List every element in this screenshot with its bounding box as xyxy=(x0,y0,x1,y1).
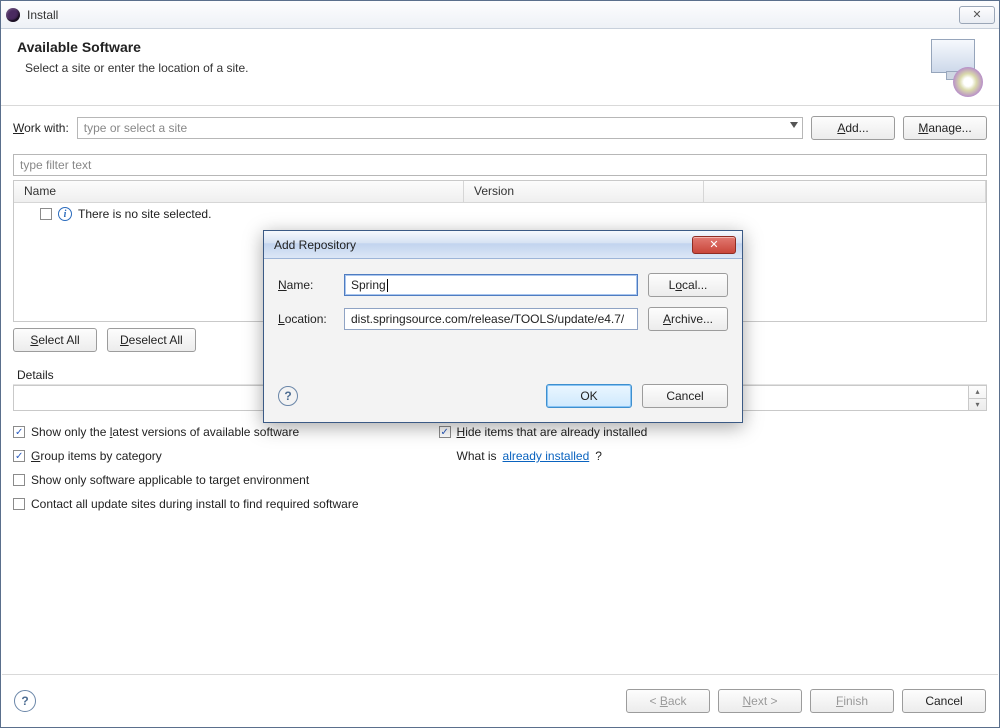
column-spacer xyxy=(704,181,986,202)
already-installed-hint: What is already installed ? xyxy=(439,449,648,463)
help-icon[interactable]: ? xyxy=(14,690,36,712)
info-icon: i xyxy=(58,207,72,221)
checkbox-hide-installed[interactable] xyxy=(439,426,451,438)
select-all-button[interactable]: Select All xyxy=(13,328,97,352)
option-hide-installed[interactable]: Hide items that are already installed xyxy=(439,425,648,439)
table-header: Name Version xyxy=(14,181,986,203)
repo-location-input[interactable]: dist.springsource.com/release/TOOLS/upda… xyxy=(344,308,638,330)
option-group[interactable]: Group items by category xyxy=(13,449,359,463)
dialog-help-icon[interactable]: ? xyxy=(278,386,298,406)
add-site-button[interactable]: Add... xyxy=(811,116,895,140)
option-target-env[interactable]: Show only software applicable to target … xyxy=(13,473,359,487)
repo-name-label: Name: xyxy=(278,278,334,292)
dialog-titlebar[interactable]: Add Repository ✕ xyxy=(264,231,742,259)
work-with-placeholder: type or select a site xyxy=(84,121,187,135)
work-with-label: Work with: xyxy=(13,121,69,135)
dialog-close-button[interactable]: ✕ xyxy=(692,236,736,254)
dialog-title: Add Repository xyxy=(274,238,356,252)
work-with-combo[interactable]: type or select a site xyxy=(77,117,803,139)
checkbox-latest[interactable] xyxy=(13,426,25,438)
table-row: i There is no site selected. xyxy=(14,203,986,225)
checkbox-contact-sites[interactable] xyxy=(13,498,25,510)
dialog-ok-button[interactable]: OK xyxy=(546,384,632,408)
window-close-button[interactable]: ✕ xyxy=(959,6,995,24)
already-installed-link[interactable]: already installed xyxy=(503,449,590,463)
column-version[interactable]: Version xyxy=(464,181,704,202)
app-icon xyxy=(5,7,21,23)
column-name[interactable]: Name xyxy=(14,181,464,202)
back-button[interactable]: < Back xyxy=(626,689,710,713)
checkbox-group[interactable] xyxy=(13,450,25,462)
wizard-header: Available Software Select a site or ente… xyxy=(1,29,999,106)
chevron-down-icon xyxy=(790,122,798,128)
next-button[interactable]: Next > xyxy=(718,689,802,713)
page-title: Available Software xyxy=(17,39,248,55)
repo-location-label: Location: xyxy=(278,312,334,326)
row-checkbox[interactable] xyxy=(40,208,52,220)
checkbox-target-env[interactable] xyxy=(13,474,25,486)
option-contact-sites[interactable]: Contact all update sites during install … xyxy=(13,497,359,511)
finish-button[interactable]: Finish xyxy=(810,689,894,713)
local-button[interactable]: Local... xyxy=(648,273,728,297)
add-repository-dialog: Add Repository ✕ Name: Spring Local... L… xyxy=(263,230,743,423)
archive-button[interactable]: Archive... xyxy=(648,307,728,331)
filter-placeholder: type filter text xyxy=(20,158,91,172)
dialog-cancel-button[interactable]: Cancel xyxy=(642,384,728,408)
cancel-button[interactable]: Cancel xyxy=(902,689,986,713)
manage-sites-button[interactable]: Manage... xyxy=(903,116,987,140)
deselect-all-button[interactable]: Deselect All xyxy=(107,328,196,352)
wizard-banner-image xyxy=(923,39,983,93)
option-latest[interactable]: Show only the latest versions of availab… xyxy=(13,425,359,439)
repo-name-input[interactable]: Spring xyxy=(344,274,638,296)
window-title: Install xyxy=(27,8,58,22)
filter-input[interactable]: type filter text xyxy=(13,154,987,176)
window-titlebar: Install ✕ xyxy=(1,1,999,29)
details-spinner[interactable]: ▴▾ xyxy=(968,386,986,410)
empty-message: There is no site selected. xyxy=(78,207,211,221)
page-subtitle: Select a site or enter the location of a… xyxy=(25,61,248,75)
